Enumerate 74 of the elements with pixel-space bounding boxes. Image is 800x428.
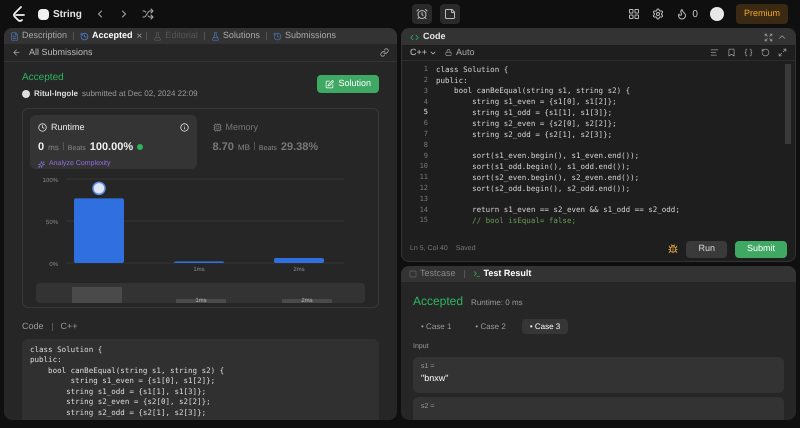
solution-button[interactable]: Solution — [317, 75, 379, 93]
submitted-time: submitted at Dec 02, 2024 22:09 — [82, 88, 198, 100]
info-icon[interactable] — [180, 123, 188, 132]
alarm-clock-icon[interactable] — [412, 4, 432, 24]
metric-title: Memory — [226, 121, 260, 134]
case-tab[interactable]: • Case 1 — [413, 319, 460, 334]
debug-icon[interactable] — [668, 244, 678, 254]
problem-list-title[interactable]: String — [53, 6, 82, 22]
format-icon[interactable] — [710, 48, 719, 57]
panel-tab[interactable]: Description — [8, 29, 70, 43]
list-icon — [38, 8, 49, 20]
language-dropdown[interactable]: C++ — [410, 46, 438, 60]
sparkle-icon — [38, 160, 45, 168]
beats-percentage: 100.00% — [90, 140, 134, 154]
tab-icon — [10, 32, 19, 40]
panel-tab[interactable]: Accepted — [78, 29, 135, 43]
grid-icon[interactable] — [628, 8, 640, 20]
all-submissions-link[interactable]: All Submissions — [29, 46, 372, 60]
terminal-icon — [472, 270, 481, 278]
variable-value: "bnxw" — [421, 374, 450, 382]
back-arrow-icon[interactable] — [12, 48, 21, 57]
link-icon[interactable] — [380, 48, 389, 57]
edit-icon — [325, 80, 334, 88]
metric-unit: MB — [238, 142, 250, 154]
navigator-bar — [72, 287, 122, 303]
metric-value: 0 — [38, 140, 44, 154]
metric-unit: ms — [48, 142, 59, 154]
metric-title: Runtime — [51, 121, 86, 134]
mode-label[interactable]: Auto — [456, 46, 475, 60]
streak-count[interactable]: 0 — [692, 6, 698, 22]
runtime-text: Runtime: 0 ms — [471, 297, 523, 309]
user-avatar-icon — [92, 182, 106, 196]
case-tab[interactable]: • Case 3 — [522, 319, 568, 334]
case-tab[interactable]: • Case 2 — [467, 319, 514, 334]
settings-icon[interactable] — [652, 8, 664, 20]
shuffle-icon[interactable] — [142, 8, 154, 20]
checkbox-icon — [409, 270, 417, 278]
panel-tab[interactable]: Testcase — [409, 267, 456, 281]
reset-icon[interactable] — [761, 48, 770, 57]
bar[interactable] — [274, 258, 324, 263]
language-label: C++ — [60, 320, 78, 333]
note-icon[interactable] — [440, 4, 460, 24]
close-tab-button[interactable]: × — [136, 28, 142, 44]
tab-icon — [210, 32, 220, 40]
code-label: Code — [22, 320, 44, 333]
metric-value: 8.70 — [212, 140, 234, 154]
run-button[interactable]: Run — [686, 240, 727, 258]
tab-icon — [272, 32, 282, 40]
lock-icon — [445, 49, 452, 56]
tab-icon — [80, 32, 90, 40]
metric-icon — [212, 123, 222, 132]
user-avatar — [22, 90, 30, 98]
expand-icon[interactable] — [778, 48, 787, 57]
avatar[interactable] — [710, 7, 724, 21]
flame-icon — [676, 8, 688, 20]
tab-icon — [153, 32, 162, 40]
result-status: Accepted — [413, 293, 464, 310]
submit-button[interactable]: Submit — [734, 240, 787, 258]
scrollbar[interactable] — [785, 64, 791, 144]
panel-tab[interactable]: Test Result — [472, 267, 532, 281]
logo-icon[interactable] — [12, 6, 26, 22]
badge-icon — [137, 144, 144, 150]
panel-tab[interactable]: Submissions — [270, 29, 338, 43]
metric-icon — [38, 123, 47, 132]
beats-percentage: 29.38% — [280, 140, 318, 154]
premium-button[interactable]: Premium — [736, 4, 788, 24]
bookmark-icon[interactable] — [727, 48, 736, 57]
submission-status: Accepted — [22, 71, 65, 85]
braces-icon[interactable] — [744, 48, 753, 57]
panel-tab[interactable]: Solutions — [208, 29, 262, 43]
code-icon — [410, 32, 419, 42]
fullscreen-icon[interactable] — [764, 32, 773, 42]
panel-title: Code — [423, 30, 446, 44]
username[interactable]: Ritul-Ingole — [34, 88, 78, 100]
